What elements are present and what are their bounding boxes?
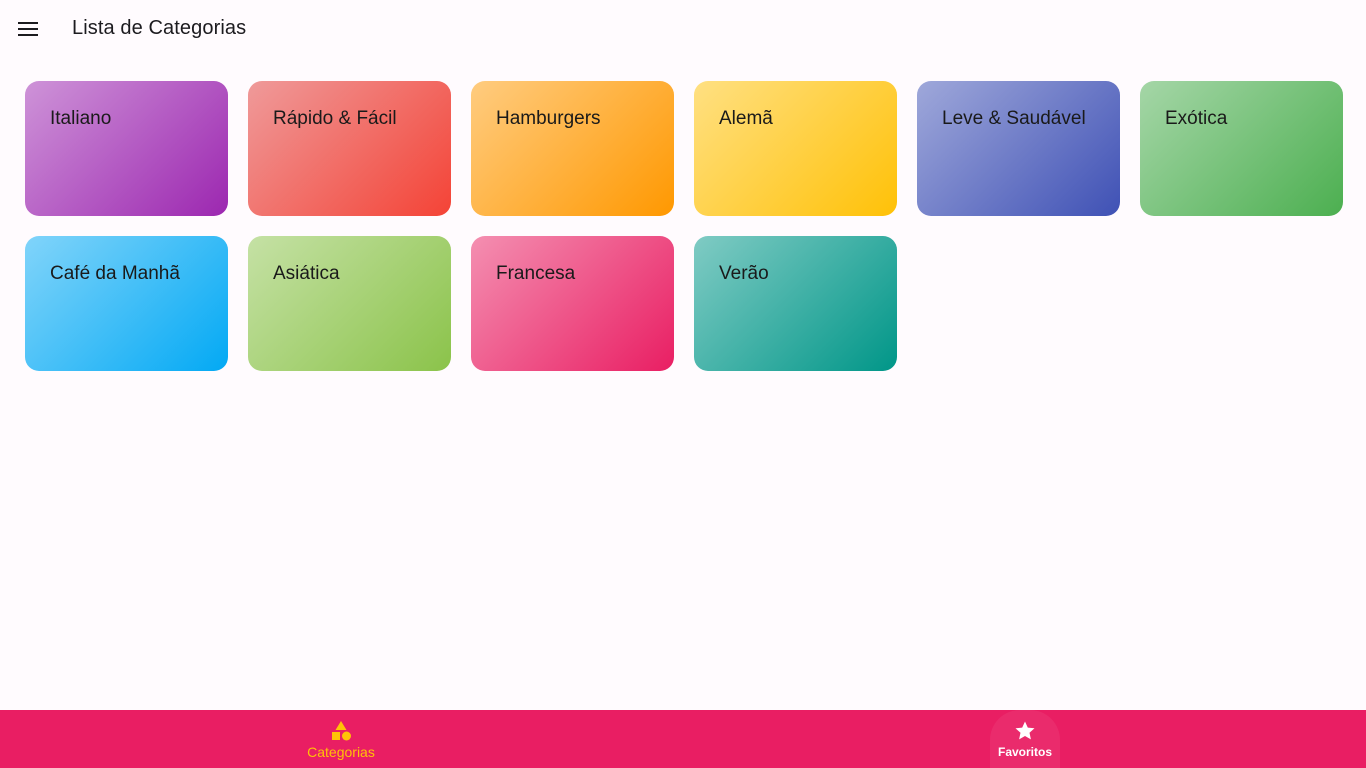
bottom-navigation: Categorias Favoritos (0, 710, 1366, 768)
nav-item-categorias[interactable]: Categorias (281, 710, 401, 768)
category-card[interactable]: Asiática (248, 236, 451, 371)
category-card[interactable]: Leve & Saudável (917, 81, 1120, 216)
category-card[interactable]: Italiano (25, 81, 228, 216)
category-grid: Italiano Rápido & Fácil Hamburgers Alemã… (25, 81, 1343, 371)
nav-item-favoritos[interactable]: Favoritos (990, 710, 1060, 768)
category-label: Alemã (719, 108, 773, 129)
category-label: Francesa (496, 263, 576, 284)
star-icon (1015, 721, 1035, 740)
category-icon (332, 720, 351, 740)
app-bar: Lista de Categorias (0, 0, 1366, 58)
category-label: Leve & Saudável (942, 108, 1086, 129)
category-card[interactable]: Verão (694, 236, 897, 371)
page-title: Lista de Categorias (72, 17, 247, 39)
category-label: Rápido & Fácil (273, 108, 397, 129)
category-label: Hamburgers (496, 108, 601, 129)
category-label: Italiano (50, 108, 112, 129)
category-card[interactable]: Hamburgers (471, 81, 674, 216)
category-label: Verão (719, 263, 769, 284)
category-label: Asiática (273, 263, 340, 284)
category-label: Exótica (1165, 108, 1228, 129)
nav-label-categorias: Categorias (307, 743, 375, 760)
nav-label-favoritos: Favoritos (997, 745, 1052, 759)
category-card[interactable]: Rápido & Fácil (248, 81, 451, 216)
category-card[interactable]: Exótica (1140, 81, 1343, 216)
menu-button[interactable] (8, 9, 48, 49)
menu-icon (18, 22, 38, 36)
category-card[interactable]: Francesa (471, 236, 674, 371)
category-card[interactable]: Café da Manhã (25, 236, 228, 371)
category-label: Café da Manhã (50, 263, 180, 284)
category-card[interactable]: Alemã (694, 81, 897, 216)
app-root: Lista de Categorias Italiano Rápido & Fá… (0, 0, 1366, 768)
